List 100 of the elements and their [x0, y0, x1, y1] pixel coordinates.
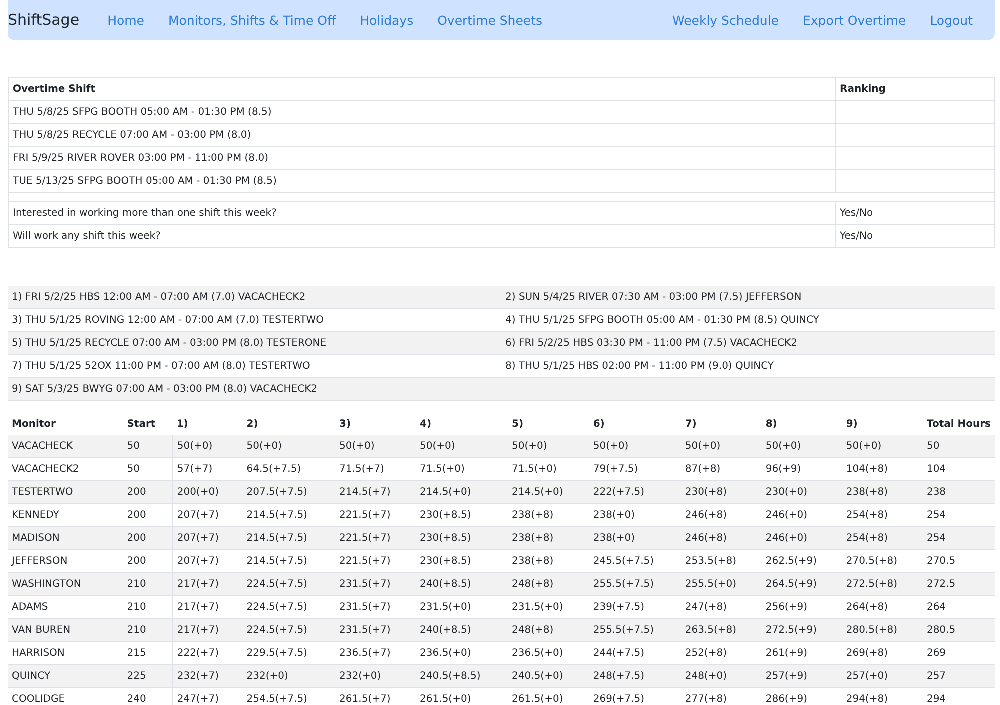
table-cell: 230(+8): [681, 480, 762, 504]
table-cell: 238(+8): [508, 526, 590, 550]
column-header: Ranking: [836, 78, 994, 100]
table-cell: THU 5/8/25 RECYCLE 07:00 AM - 03:00 PM (8.0): [8, 124, 836, 146]
table-cell: 50(+0): [172, 435, 243, 458]
table-cell: 257(+9): [762, 664, 842, 688]
table-cell: 207(+7): [172, 526, 243, 550]
table-cell: 261.5(+0): [416, 688, 508, 705]
column-header: Start: [123, 413, 173, 435]
table-cell: 269(+7.5): [589, 688, 682, 705]
table-cell: 207.5(+7.5): [242, 480, 336, 504]
table-cell: 217(+7): [172, 572, 243, 596]
nav-link[interactable]: Home: [96, 12, 156, 28]
table-cell: Interested in working more than one shift this week?: [8, 202, 836, 224]
table-cell: 248(+0): [681, 664, 762, 688]
table-cell: 5) THU 5/1/25 RECYCLE 07:00 AM - 03:00 PM (8.0) TESTERONE: [8, 332, 502, 354]
table-cell: 255.5(+7.5): [589, 572, 682, 596]
table-cell: 50(+0): [842, 435, 923, 458]
table-cell: 294(+8): [842, 688, 923, 705]
nav-link[interactable]: Weekly Schedule: [660, 12, 791, 28]
table-cell: 257(+0): [842, 664, 923, 688]
nav-link[interactable]: Logout: [918, 12, 985, 28]
column-header: 1): [172, 413, 243, 435]
table-cell: 50(+0): [416, 435, 508, 458]
table-cell: 255.5(+0): [681, 572, 762, 596]
table-cell: 238(+8): [842, 480, 923, 504]
table-cell: 280.5: [922, 618, 995, 642]
table-cell: 232(+0): [336, 664, 416, 688]
table-cell: 232(+0): [242, 664, 336, 688]
table-cell: COOLIDGE: [8, 688, 124, 705]
table-cell: 246(+0): [762, 526, 842, 550]
table-cell: 50(+0): [589, 435, 682, 458]
column-header: 9): [842, 413, 923, 435]
nav-link[interactable]: Overtime Sheets: [426, 12, 555, 28]
table-cell: 50(+0): [336, 435, 416, 458]
table-cell: 1) FRI 5/2/25 HBS 12:00 AM - 07:00 AM (7.0) VACACHECK2: [8, 286, 502, 308]
column-header: 3): [336, 413, 416, 435]
table-cell: Will work any shift this week?: [8, 224, 836, 248]
table-cell: 277(+8): [681, 688, 762, 705]
table-cell: 200: [123, 480, 173, 504]
table-cell: 254: [922, 526, 995, 550]
nav-link[interactable]: Holidays: [348, 12, 426, 28]
table-cell: 2) SUN 5/4/25 RIVER 07:30 AM - 03:00 PM (7.5) JEFFERSON: [502, 286, 995, 308]
table-cell: 200(+0): [172, 480, 243, 504]
table-cell: 272.5(+9): [762, 618, 842, 642]
table-cell: 286(+9): [762, 688, 842, 705]
table-cell: 6) FRI 5/2/25 HBS 03:30 PM - 11:00 PM (7.5) VACACHECK2: [502, 332, 995, 354]
column-header: Total Hours: [922, 413, 995, 435]
table-cell: 50(+0): [762, 435, 842, 458]
nav-link[interactable]: Monitors, Shifts & Time Off: [156, 12, 348, 28]
table-cell: 246(+8): [681, 526, 762, 550]
brand-link[interactable]: ShiftSage: [8, 11, 80, 29]
table-cell: 230(+0): [762, 480, 842, 504]
column-header: Monitor: [8, 413, 124, 435]
column-header: 4): [416, 413, 508, 435]
table-cell: 240(+8.5): [416, 572, 508, 596]
table-cell: 240: [123, 688, 173, 705]
table-cell: TUE 5/13/25 SFPG BOOTH 05:00 AM - 01:30 PM (8.5): [8, 170, 836, 192]
table-cell: 231.5(+7): [336, 572, 416, 596]
table-cell: 50(+0): [242, 435, 336, 458]
table-cell: 9) SAT 5/3/25 BWYG 07:00 AM - 03:00 PM (8.0) VACACHECK2: [8, 378, 502, 400]
table-cell: 222(+7.5): [589, 480, 682, 504]
table-cell: 200: [123, 526, 173, 550]
table-cell: 261.5(+7): [336, 688, 416, 705]
table-cell: THU 5/8/25 SFPG BOOTH 05:00 AM - 01:30 PM (8.5): [8, 100, 836, 124]
column-header: 8): [762, 413, 842, 435]
table-cell: QUINCY: [8, 664, 124, 688]
table-cell: Yes/No: [836, 202, 994, 224]
table-cell: 210: [123, 572, 173, 596]
table-cell: Yes/No: [836, 224, 994, 248]
table-cell: 261.5(+0): [508, 688, 590, 705]
table-cell: 280.5(+8): [842, 618, 923, 642]
table-cell: 255.5(+7.5): [589, 618, 682, 642]
column-header: 5): [508, 413, 590, 435]
table-cell: TESTERTWO: [8, 480, 124, 504]
column-header: 6): [589, 413, 682, 435]
table-cell: 240(+8.5): [416, 618, 508, 642]
table-cell: MADISON: [8, 526, 124, 550]
table-cell: 257: [922, 664, 995, 688]
table-cell: 240.5(+8.5): [416, 664, 508, 688]
column-header: Overtime Shift: [8, 78, 836, 100]
table-cell: 221.5(+7): [336, 526, 416, 550]
table-cell: 50(+0): [681, 435, 762, 458]
table-cell: 254(+8): [842, 526, 923, 550]
table-cell: 214.5(+0): [416, 480, 508, 504]
table-cell: 224.5(+7.5): [242, 572, 336, 596]
table-cell: 264.5(+9): [762, 572, 842, 596]
table-cell: 272.5: [922, 572, 995, 596]
table-cell: VACACHECK: [8, 435, 124, 458]
table-cell: 217(+7): [172, 618, 243, 642]
table-cell: 254.5(+7.5): [242, 688, 336, 705]
table-cell: 232(+7): [172, 664, 243, 688]
table-cell: 210: [123, 618, 173, 642]
table-cell: 50(+0): [508, 435, 590, 458]
table-cell: 240.5(+0): [508, 664, 590, 688]
table-cell: 230(+8.5): [416, 526, 508, 550]
nav-link[interactable]: Export Overtime: [790, 12, 918, 28]
table-cell: 50: [123, 435, 173, 458]
table-cell: 50: [922, 435, 995, 458]
table-cell: 238: [922, 480, 995, 504]
